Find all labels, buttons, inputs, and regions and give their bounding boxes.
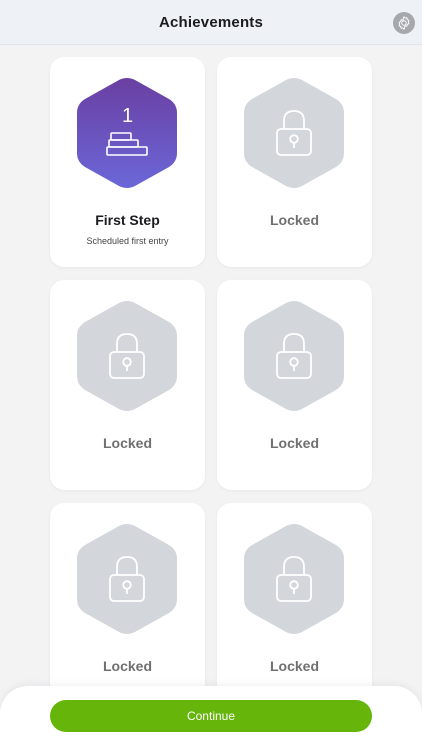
achievement-title: First Step xyxy=(95,212,160,228)
achievement-title: Locked xyxy=(102,658,152,674)
badge-hexagon xyxy=(77,524,177,634)
achievement-card[interactable]: Locked xyxy=(50,503,205,713)
achievement-title: Locked xyxy=(269,658,319,674)
badge-hexagon xyxy=(244,301,344,411)
badge-hexagon xyxy=(77,78,177,188)
header-bar: Achievements xyxy=(0,0,422,45)
achievement-card[interactable]: Locked xyxy=(217,57,372,267)
achievements-grid: 1 First Step Scheduled first entry Locke… xyxy=(50,57,372,713)
achievement-card[interactable]: Locked xyxy=(217,280,372,490)
settings-button[interactable] xyxy=(393,12,415,34)
badge-hexagon xyxy=(244,78,344,188)
badge-hexagon xyxy=(77,301,177,411)
achievement-card[interactable]: Locked xyxy=(50,280,205,490)
achievement-title: Locked xyxy=(269,435,319,451)
badge-hexagon xyxy=(244,524,344,634)
page-title: Achievements xyxy=(158,14,264,31)
achievement-card[interactable]: 1 First Step Scheduled first entry xyxy=(50,57,205,267)
gear-icon xyxy=(398,16,410,30)
achievement-level: 1 xyxy=(121,105,134,127)
achievement-title: Locked xyxy=(102,435,152,451)
achievement-title: Locked xyxy=(269,212,319,228)
achievement-subtitle: Scheduled first entry xyxy=(86,236,169,246)
bottom-sheet: Continue xyxy=(0,686,422,750)
achievement-card[interactable]: Locked xyxy=(217,503,372,713)
continue-button[interactable]: Continue xyxy=(50,700,372,732)
